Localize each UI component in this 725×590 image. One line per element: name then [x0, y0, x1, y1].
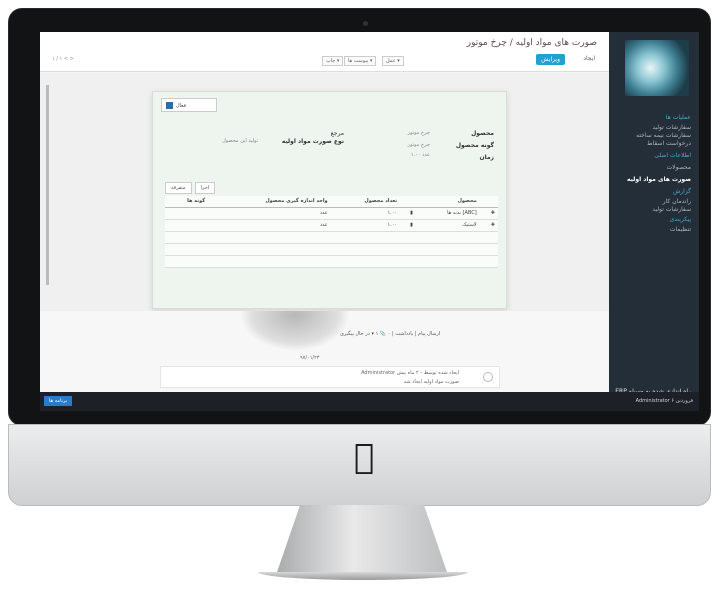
row-uom: عدد	[208, 207, 331, 220]
reference-label: مرجع	[330, 130, 344, 137]
col-variants: گونه ها	[165, 196, 209, 208]
table-header-row: گونه ها واحد اندازه گیری محصول تعداد محص…	[165, 196, 498, 208]
apps-button[interactable]: برنامه ها	[44, 396, 73, 406]
create-button[interactable]: ایجاد	[583, 55, 595, 62]
message-author: Administrator ایجاد شده توسط - ۲ ماه پیش	[361, 370, 459, 376]
sidebar-item[interactable]: درخواست اسقاط	[647, 140, 691, 147]
sidebar-item[interactable]: سفارشات تولید	[652, 124, 691, 131]
user-menu[interactable]: Administrator ۶ فروردین	[636, 398, 693, 404]
print-button[interactable]: چاپ ▾	[322, 56, 344, 66]
table-row-empty	[165, 255, 498, 268]
col-product: محصول	[415, 196, 480, 208]
bom-form-card: فعال محصول چرخ موتور گونه محصول چرخ موتو…	[152, 91, 507, 309]
components-table: گونه ها واحد اندازه گیری محصول تعداد محص…	[165, 196, 498, 268]
drag-handle-icon[interactable]: ✚	[479, 207, 498, 220]
row-product: لاستیک	[415, 219, 480, 232]
table-row[interactable]: عدد ۱.۰۰ ▮ لاستیک ✚	[165, 219, 498, 232]
main-content: فعال محصول چرخ موتور گونه محصول چرخ موتو…	[40, 73, 609, 392]
sidebar-item: گزارش	[672, 188, 691, 195]
taskbar: برنامه ها Administrator ۶ فروردین	[40, 392, 699, 411]
row-uom: عدد	[208, 219, 331, 232]
sidebar-item[interactable]: سفارشات تولید	[652, 206, 691, 213]
edit-button[interactable]: ویرایش	[536, 54, 565, 65]
chatter-toolbar[interactable]: ارسال پیام | یادداشت | ۰ 📎 ۱ ▾ در حال پی…	[340, 331, 440, 337]
product-value[interactable]: چرخ موتور	[408, 130, 430, 136]
tab-components[interactable]: اجزا	[194, 182, 216, 194]
attachments-button[interactable]: پیوست ها ▾	[344, 56, 377, 66]
row-variants	[165, 219, 209, 232]
apple-logo-icon: 	[354, 440, 374, 474]
status-label: فعال	[176, 103, 186, 109]
col-uom: واحد اندازه گیری محصول	[208, 196, 331, 208]
table-row-empty	[165, 243, 498, 256]
imac-mockup: صورت های مواد اولیه / چرخ موتور ویرایش ا…	[0, 0, 725, 590]
col-qty: تعداد محصول	[330, 196, 401, 208]
bom-type-label: نوع صورت مواد اولیه	[281, 138, 344, 145]
variant-value[interactable]: چرخ موتور	[408, 142, 430, 148]
scrollbar[interactable]	[46, 85, 49, 285]
sidebar-item[interactable]: سفارشات نیمه ساخته	[636, 132, 691, 139]
sidebar-item: پیکربندی	[669, 216, 691, 223]
sidebar-item[interactable]: محصولات	[667, 164, 691, 171]
sidebar-item: اطلاعات اصلی	[654, 152, 691, 159]
camera-icon	[363, 21, 368, 26]
col-handle	[479, 196, 498, 208]
document-icon[interactable]: ▮	[400, 219, 416, 232]
sidebar-item: عملیات ها	[665, 114, 691, 121]
row-variants	[165, 207, 209, 220]
form-tabs: متفرقه اجزا	[165, 182, 218, 194]
sidebar-item[interactable]: تنظیمات	[670, 226, 691, 233]
chatter-message: Administrator ایجاد شده توسط - ۲ ماه پیش…	[160, 366, 500, 388]
status-button[interactable]: فعال	[161, 98, 217, 112]
chatter-date: ۹۷/۰۱/۲۳	[300, 355, 320, 361]
table-row[interactable]: عدد ۱.۰۰ ▮ بدنه ها [ABC] ✚	[165, 207, 498, 220]
tab-misc[interactable]: متفرقه	[165, 182, 192, 194]
sidebar-item[interactable]: صورت های مواد اولیه	[627, 176, 691, 183]
product-image	[240, 311, 350, 351]
document-icon[interactable]: ▮	[400, 207, 416, 220]
table-row-empty	[165, 231, 498, 244]
monitor-foot	[258, 572, 468, 580]
monitor-stand	[276, 505, 448, 575]
company-logo	[625, 40, 689, 96]
col-doc	[400, 196, 416, 208]
product-label: محصول	[471, 130, 494, 137]
quantity-label: زمان	[479, 154, 494, 161]
avatar	[483, 372, 493, 382]
action-button[interactable]: عمل ▾	[382, 56, 404, 66]
breadcrumb[interactable]: صورت های مواد اولیه / چرخ موتور	[467, 38, 597, 48]
sidebar-item[interactable]: راندمان کار	[663, 198, 691, 205]
bom-type-value[interactable]: تولید این محصول	[222, 138, 258, 144]
variant-label: گونه محصول	[455, 142, 494, 149]
drag-handle-icon[interactable]: ✚	[479, 219, 498, 232]
row-qty: ۱.۰۰	[330, 219, 401, 232]
app-screen: صورت های مواد اولیه / چرخ موتور ویرایش ا…	[40, 32, 699, 411]
archive-icon	[166, 102, 173, 109]
row-qty: ۱.۰۰	[330, 207, 401, 220]
top-header: صورت های مواد اولیه / چرخ موتور ویرایش ا…	[40, 32, 609, 72]
message-body: صورت مواد اولیه ایجاد شد	[403, 379, 459, 385]
record-pager[interactable]: ۱ / ۱ < >	[52, 56, 74, 62]
row-product: بدنه ها [ABC]	[415, 207, 480, 220]
sidebar: عملیات ها سفارشات تولید سفارشات نیمه ساخته…	[609, 32, 699, 395]
quantity-value[interactable]: ۱.۰۰ عدد	[411, 152, 430, 158]
